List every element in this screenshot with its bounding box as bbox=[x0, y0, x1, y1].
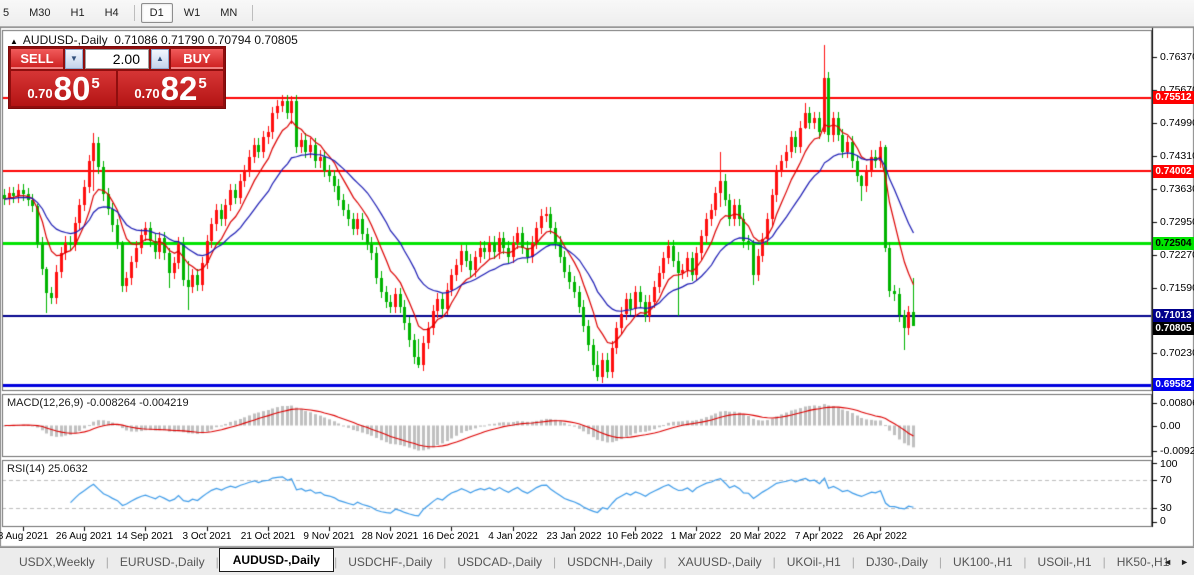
timeframe-button-5[interactable]: 5 bbox=[0, 3, 18, 23]
tab-scroll-arrows: ◄ ► bbox=[1163, 557, 1189, 567]
tab-scroll-left-icon[interactable]: ◄ bbox=[1163, 557, 1172, 567]
buy-button[interactable]: BUY bbox=[171, 49, 223, 69]
toolbar-separator bbox=[252, 5, 254, 21]
tab-xauusd-daily[interactable]: XAUUSD-,Daily bbox=[667, 551, 773, 573]
tab-ukoil-h1[interactable]: UKOil-,H1 bbox=[776, 551, 852, 573]
timeframe-button-h4[interactable]: H4 bbox=[96, 3, 128, 23]
timeframe-button-d1[interactable]: D1 bbox=[140, 3, 173, 23]
sell-price-main: 80 bbox=[53, 70, 91, 107]
buy-price-display[interactable]: 0.70 82 5 bbox=[118, 71, 223, 106]
tab-uk100-h1[interactable]: UK100-,H1 bbox=[942, 551, 1023, 573]
tab-dj30-daily[interactable]: DJ30-,Daily bbox=[855, 551, 939, 573]
symbol-tab-bar: USDX,Weekly | EURUSD-,Daily | AUDUSD-,Daily |… bbox=[0, 547, 1194, 575]
tab-usdx-weekly[interactable]: USDX,Weekly bbox=[8, 551, 106, 573]
tab-usdcad-daily[interactable]: USDCAD-,Daily bbox=[446, 551, 553, 573]
collapse-trade-panel-icon[interactable]: ▲ bbox=[10, 37, 18, 46]
timeframe-toolbar: 5 M30 H1 H4 D1 W1 MN bbox=[0, 0, 1194, 27]
volume-input[interactable] bbox=[85, 49, 149, 69]
trading-platform-window: 5 M30 H1 H4 D1 W1 MN ▲ AUDUSD-,Daily 0.71086 0.… bbox=[0, 0, 1194, 575]
one-click-trade-panel: SELL ▼ ▲ BUY 0.70 80 5 0.70 82 5 bbox=[8, 46, 226, 109]
tab-scroll-right-icon[interactable]: ► bbox=[1180, 557, 1189, 567]
volume-decrease-button[interactable]: ▼ bbox=[65, 49, 83, 69]
tab-audusd-daily[interactable]: AUDUSD-,Daily bbox=[218, 547, 335, 572]
tab-usdchf-daily[interactable]: USDCHF-,Daily bbox=[337, 551, 443, 573]
tab-eurusd-daily[interactable]: EURUSD-,Daily bbox=[109, 551, 216, 573]
volume-increase-button[interactable]: ▲ bbox=[151, 49, 169, 69]
sell-price-pip: 5 bbox=[91, 75, 100, 92]
sell-button[interactable]: SELL bbox=[11, 49, 63, 69]
buy-price-prefix: 0.70 bbox=[134, 86, 160, 101]
timeframe-button-h1[interactable]: H1 bbox=[62, 3, 94, 23]
chart-canvas[interactable] bbox=[0, 27, 1194, 575]
tab-usdcnh-daily[interactable]: USDCNH-,Daily bbox=[556, 551, 663, 573]
toolbar-separator bbox=[133, 5, 135, 21]
sell-price-display[interactable]: 0.70 80 5 bbox=[11, 71, 116, 106]
timeframe-button-m30[interactable]: M30 bbox=[20, 3, 59, 23]
tab-usoil-h1[interactable]: USOil-,H1 bbox=[1027, 551, 1103, 573]
sell-price-prefix: 0.70 bbox=[27, 86, 53, 101]
buy-price-main: 82 bbox=[160, 70, 198, 107]
timeframe-button-w1[interactable]: W1 bbox=[175, 3, 210, 23]
timeframe-button-mn[interactable]: MN bbox=[211, 3, 246, 23]
buy-price-pip: 5 bbox=[198, 75, 207, 92]
